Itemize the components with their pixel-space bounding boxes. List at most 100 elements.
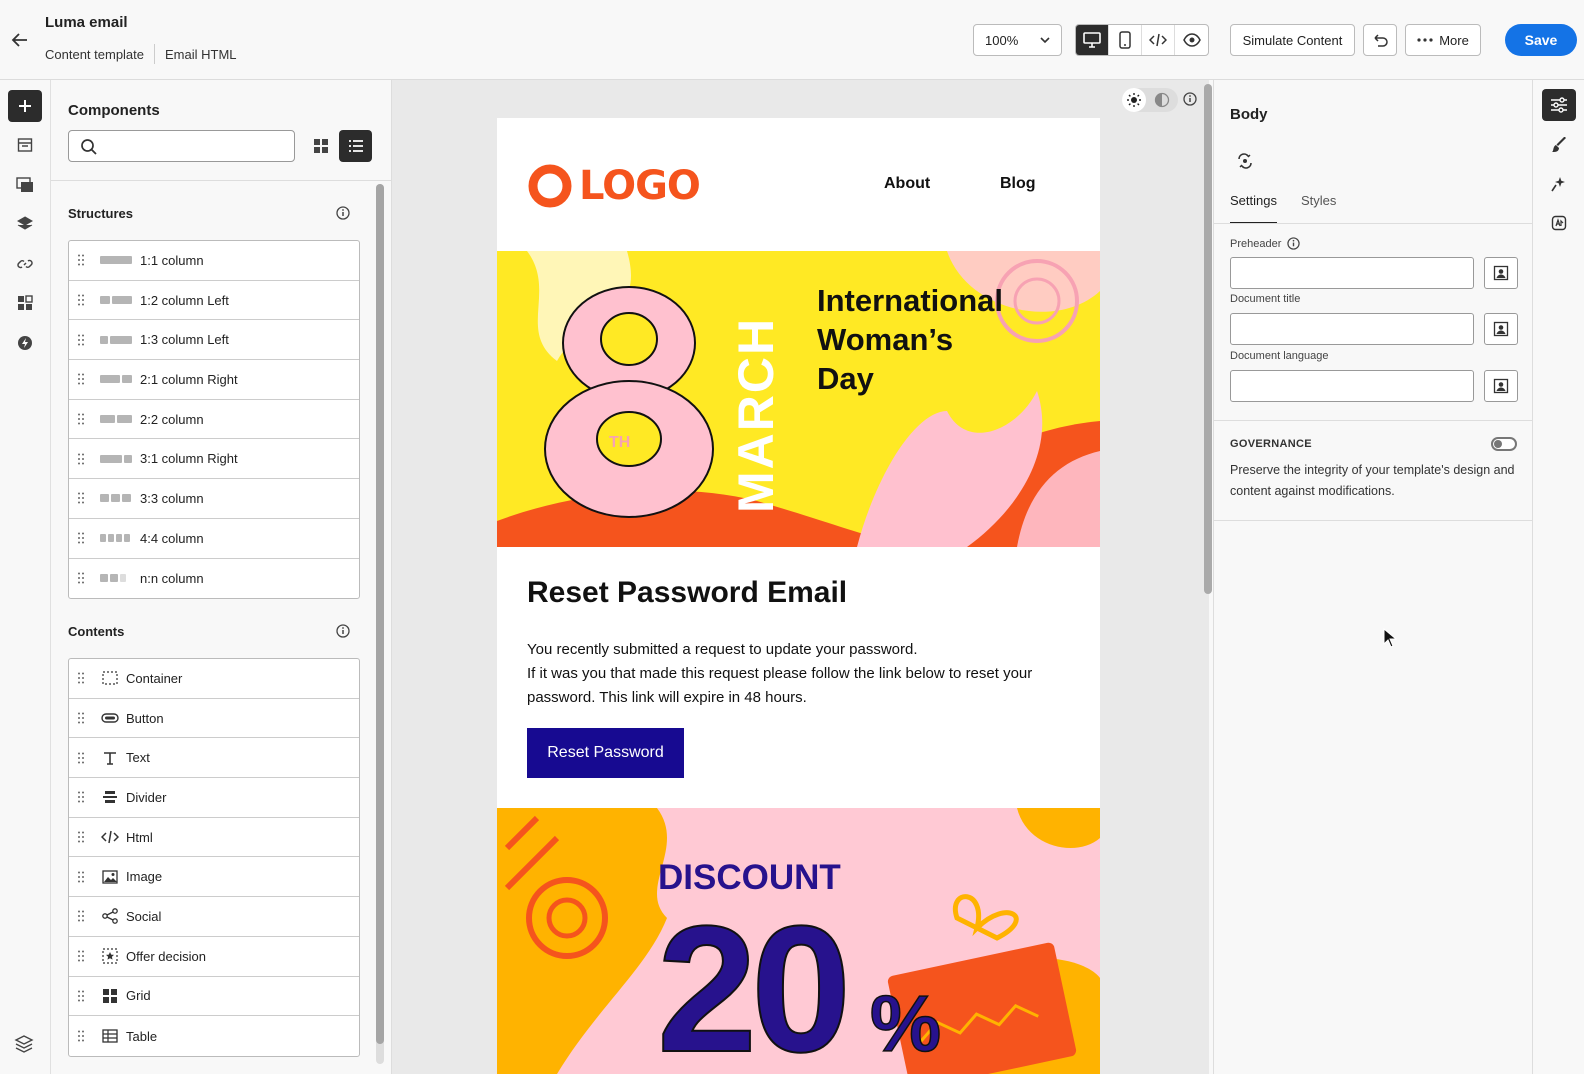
list-item[interactable]: Table	[69, 1016, 359, 1056]
info-icon[interactable]	[336, 206, 350, 220]
email-preview[interactable]: LOGO About Blog 8 TH MARCH International…	[497, 118, 1100, 1074]
simulate-content-button[interactable]: Simulate Content	[1230, 24, 1355, 56]
drag-handle-icon[interactable]	[78, 294, 90, 306]
mobile-view-button[interactable]	[1109, 25, 1142, 55]
personalize-icon	[1493, 265, 1509, 281]
promo-banner[interactable]: DISCOUNT 20 %	[497, 808, 1100, 1074]
reset-password-button[interactable]: Reset Password	[527, 728, 684, 778]
drag-handle-icon[interactable]	[78, 492, 90, 504]
theme-toggle[interactable]	[1122, 88, 1178, 112]
logo[interactable]: LOGO	[527, 163, 703, 209]
layers-button[interactable]	[8, 208, 42, 240]
document-title-personalize-button[interactable]	[1484, 313, 1518, 345]
add-components-button[interactable]	[8, 90, 42, 122]
logo-text: LOGO	[579, 163, 701, 209]
list-item[interactable]: Divider	[69, 778, 359, 818]
preview-button[interactable]	[1175, 25, 1208, 55]
links-button[interactable]	[8, 248, 42, 280]
drag-handle-icon[interactable]	[78, 950, 90, 962]
fragments-button[interactable]	[8, 129, 42, 161]
save-button[interactable]: Save	[1505, 24, 1577, 56]
personalization-button[interactable]	[8, 327, 42, 359]
drag-handle-icon[interactable]	[78, 910, 90, 922]
tab-settings[interactable]: Settings	[1230, 193, 1277, 224]
drag-handle-icon[interactable]	[78, 413, 90, 425]
governance-toggle[interactable]	[1491, 437, 1517, 451]
layers-bottom-button[interactable]	[14, 1034, 34, 1059]
nav-link-blog[interactable]: Blog	[1000, 175, 1036, 193]
hero-banner[interactable]: 8 TH MARCH International Woman’s Day	[497, 251, 1100, 547]
canvas-scrollbar[interactable]	[1204, 84, 1212, 594]
list-item[interactable]: Html	[69, 818, 359, 858]
list-item[interactable]: Social	[69, 897, 359, 937]
drag-handle-icon[interactable]	[78, 831, 90, 843]
components-title: Components	[68, 102, 160, 119]
grid-view-button[interactable]	[304, 130, 337, 162]
body-element-icon[interactable]	[1236, 152, 1254, 170]
scrollbar-thumb[interactable]	[376, 184, 384, 1044]
drag-handle-icon[interactable]	[78, 791, 90, 803]
accessibility-button[interactable]	[1542, 207, 1576, 239]
drag-handle-icon[interactable]	[78, 453, 90, 465]
list-item[interactable]: 2:1 column Right	[69, 360, 359, 400]
list-item[interactable]: 3:3 column	[69, 479, 359, 519]
assets-button[interactable]	[8, 169, 42, 201]
email-header[interactable]: LOGO About Blog	[497, 118, 1100, 251]
drag-handle-icon[interactable]	[78, 712, 90, 724]
settings-panel-button[interactable]	[1542, 89, 1576, 121]
list-item[interactable]: Offer decision	[69, 937, 359, 977]
drag-handle-icon[interactable]	[78, 990, 90, 1002]
list-item[interactable]: Text	[69, 738, 359, 779]
list-item[interactable]: 1:2 column Left	[69, 281, 359, 321]
email-heading[interactable]: Reset Password Email	[527, 576, 847, 610]
info-icon[interactable]	[1287, 237, 1301, 250]
list-item[interactable]: 3:1 column Right	[69, 439, 359, 480]
breadcrumb-item[interactable]: Email HTML	[165, 47, 237, 62]
drag-handle-icon[interactable]	[78, 254, 90, 266]
preheader-personalize-button[interactable]	[1484, 257, 1518, 289]
list-item[interactable]: 4:4 column	[69, 519, 359, 559]
list-item[interactable]: Grid	[69, 977, 359, 1017]
tab-styles[interactable]: Styles	[1301, 193, 1336, 224]
drag-handle-icon[interactable]	[78, 871, 90, 883]
components-button[interactable]	[8, 287, 42, 319]
drag-handle-icon[interactable]	[78, 334, 90, 346]
list-item[interactable]: Container	[69, 659, 359, 699]
drag-handle-icon[interactable]	[78, 752, 90, 764]
hero-title: International Woman’s Day	[817, 281, 1003, 398]
styles-panel-button[interactable]	[1542, 129, 1576, 161]
list-item-label: Button	[126, 710, 164, 726]
desktop-view-button[interactable]	[1076, 25, 1109, 55]
drag-handle-icon[interactable]	[78, 572, 90, 584]
zoom-select[interactable]: 100%	[973, 24, 1062, 56]
preheader-input[interactable]	[1231, 258, 1473, 288]
code-view-button[interactable]	[1142, 25, 1175, 55]
breadcrumb-item[interactable]: Content template	[45, 47, 144, 62]
drag-handle-icon[interactable]	[78, 373, 90, 385]
eye-icon	[1182, 33, 1201, 47]
email-body-text[interactable]: You recently submitted a request to upda…	[527, 638, 1077, 710]
document-title-input[interactable]	[1231, 314, 1473, 344]
more-button[interactable]: More	[1405, 24, 1481, 56]
info-icon[interactable]	[336, 624, 350, 638]
drag-handle-icon[interactable]	[78, 532, 90, 544]
ai-assistant-button[interactable]	[1542, 168, 1576, 200]
search-input[interactable]	[105, 135, 285, 157]
drag-handle-icon[interactable]	[78, 1030, 90, 1042]
document-language-personalize-button[interactable]	[1484, 370, 1518, 402]
info-icon[interactable]	[1183, 92, 1197, 106]
drag-handle-icon[interactable]	[78, 672, 90, 684]
list-item[interactable]: Button	[69, 699, 359, 739]
list-item[interactable]: 1:3 column Left	[69, 320, 359, 361]
undo-button[interactable]	[1363, 24, 1397, 56]
list-item[interactable]: n:n column	[69, 559, 359, 599]
container-icon	[100, 669, 120, 687]
list-item[interactable]: 2:2 column	[69, 400, 359, 440]
nav-link-about[interactable]: About	[884, 175, 930, 193]
back-button[interactable]	[8, 28, 32, 52]
document-language-input[interactable]	[1231, 371, 1473, 401]
list-view-button[interactable]	[339, 130, 372, 162]
list-item[interactable]: 1:1 column	[69, 241, 359, 281]
list-item[interactable]: Image	[69, 857, 359, 898]
panel-scrollbar[interactable]	[376, 184, 384, 1064]
